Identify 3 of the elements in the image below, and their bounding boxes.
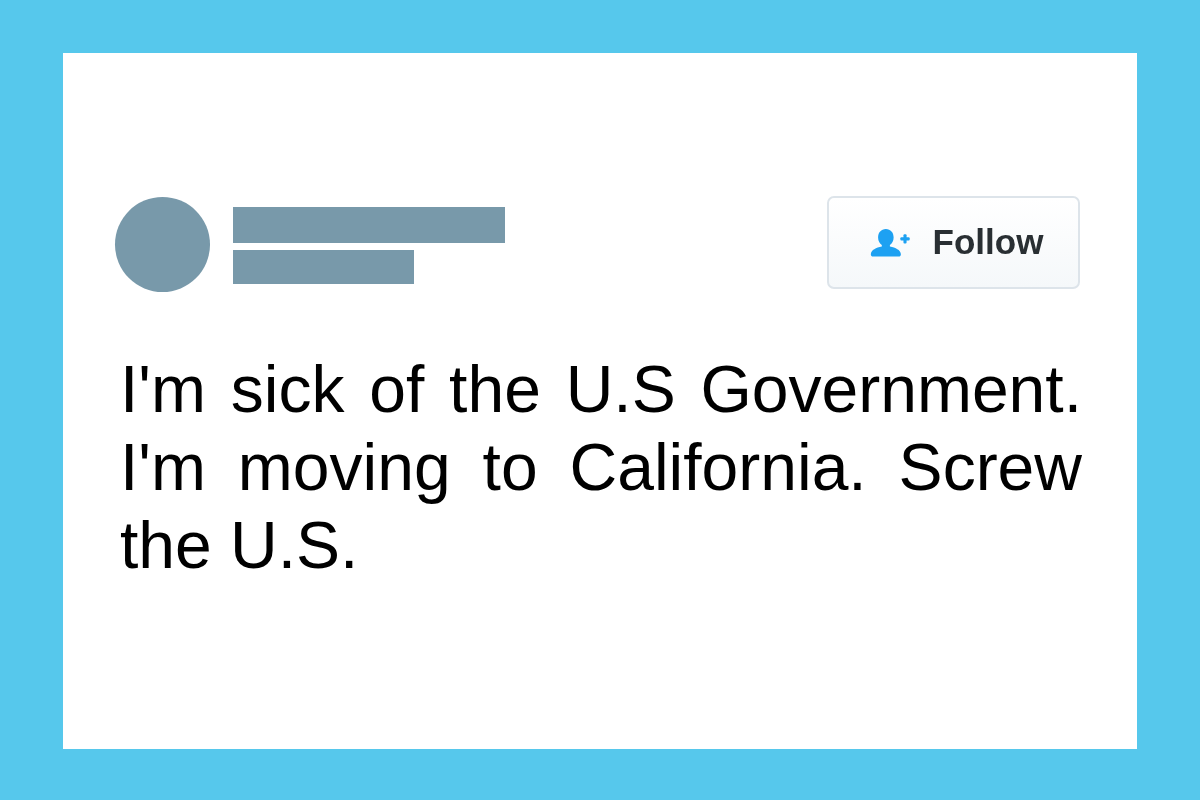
- add-user-icon: [869, 227, 910, 257]
- follow-button[interactable]: Follow: [827, 195, 1080, 289]
- tweet-text: I'm sick of the U.S Government. I'm moving to California. Screw the U.S.: [120, 351, 1082, 584]
